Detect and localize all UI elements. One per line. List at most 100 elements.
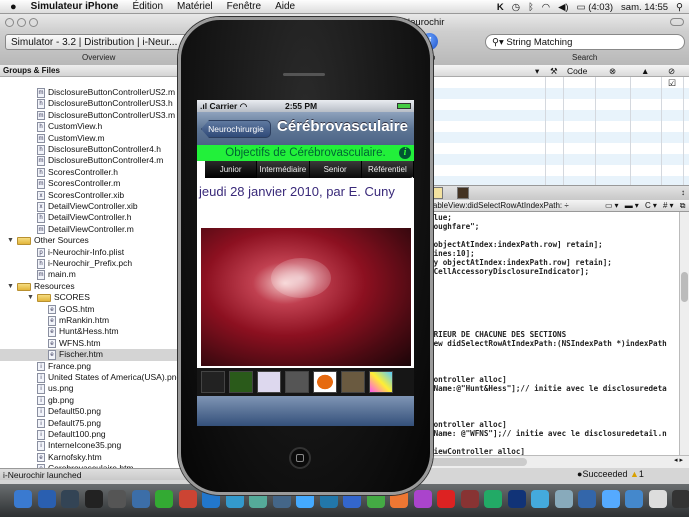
thumb-orange-logo-icon[interactable] <box>313 371 337 393</box>
warning-icon[interactable]: ▲ <box>641 66 649 76</box>
file-tree-item[interactable]: h DisclosureButtonControllerUS3.h <box>0 98 190 109</box>
dock-app-icon[interactable] <box>507 490 526 508</box>
dock-app-icon[interactable] <box>37 490 56 508</box>
disclosure-triangle-icon[interactable]: ▼ <box>7 281 14 292</box>
menu-fenetre[interactable]: Fenêtre <box>227 1 261 12</box>
info-icon[interactable]: i <box>399 147 411 159</box>
dock-app-icon[interactable] <box>531 490 549 508</box>
time-machine-icon[interactable]: ◷ <box>512 2 520 13</box>
file-tree-item[interactable]: h CustomView.h <box>0 121 190 132</box>
scheme-popup[interactable]: Simulator - 3.2 | Distribution | i-Neur.… <box>5 34 195 50</box>
wifi-icon[interactable]: ◠ <box>542 2 550 13</box>
file-tree-item[interactable]: x ScoresController.xib <box>0 190 190 201</box>
volume-icon[interactable]: ◀) <box>558 2 568 13</box>
thumb-book-icon[interactable] <box>285 371 309 393</box>
file-tree-item[interactable]: e Fischer.htm <box>0 349 190 361</box>
file-tree-item[interactable]: i Default50.png <box>0 406 190 417</box>
file-tree-item[interactable]: h DisclosureButtonController4.h <box>0 144 190 155</box>
dock-app-icon[interactable] <box>460 490 479 508</box>
file-tree[interactable]: m DisclosureButtonControllerUS2.m h Disclos… <box>0 77 190 469</box>
back-button[interactable]: Neurochirurgie <box>201 120 271 138</box>
home-button[interactable] <box>289 447 311 469</box>
segment-junior[interactable]: Junior <box>205 161 258 178</box>
file-tree-item[interactable]: m DetailViewController.m <box>0 224 190 235</box>
column-code[interactable]: Code <box>567 66 587 76</box>
zoom-button[interactable] <box>29 18 38 27</box>
file-tree-item[interactable]: m DisclosureButtonControllerUS3.m <box>0 110 190 121</box>
thumbnail-strip[interactable] <box>197 368 414 396</box>
segment-referentiel[interactable]: Référentiel <box>362 161 414 178</box>
checkbox-icon[interactable]: ☑ <box>668 78 676 89</box>
menu-aide[interactable]: Aide <box>275 1 295 12</box>
sort-chevron-icon[interactable]: ▾ <box>535 66 539 77</box>
file-tree-item[interactable]: m CustomView.m <box>0 133 190 144</box>
spotlight-icon[interactable]: ⚲ <box>676 2 683 13</box>
disclosure-triangle-icon[interactable]: ▼ <box>7 235 14 246</box>
file-tree-item[interactable]: i InterneIcone35.png <box>0 440 190 451</box>
analyzer-icon[interactable]: ⊘ <box>668 66 675 77</box>
dock-app-icon[interactable] <box>554 490 573 508</box>
close-button[interactable] <box>5 18 14 27</box>
dock-app-icon[interactable] <box>178 490 197 508</box>
dock-app-icon[interactable] <box>648 490 667 508</box>
splitter-icon[interactable]: ↕ <box>681 188 685 197</box>
apple-menu-icon[interactable]: ● <box>10 1 17 13</box>
vertical-scrollbar[interactable] <box>679 212 689 455</box>
file-tree-item[interactable]: h i-Neurochir_Prefix.pch <box>0 258 190 269</box>
dock-app-icon[interactable] <box>625 490 643 508</box>
dock-app-icon[interactable] <box>672 490 689 508</box>
toolbar-toggle-button[interactable] <box>670 18 684 26</box>
file-tree-item[interactable]: ▼ Other Sources <box>0 235 190 246</box>
editor-nav-icons[interactable]: ▭▾ ▬▾ C▾ #▾ ⧉ 🔒 <box>605 201 689 211</box>
thumb-green-star-icon[interactable] <box>229 371 253 393</box>
k-icon[interactable]: K <box>497 2 504 13</box>
menu-app[interactable]: Simulateur iPhone <box>31 1 119 12</box>
thumb-colorful-icon[interactable] <box>369 371 393 393</box>
battery-icon[interactable]: ▭ (4:03) <box>577 2 613 13</box>
disclosure-triangle-icon[interactable]: ▼ <box>27 292 34 303</box>
dock-app-icon[interactable] <box>155 490 173 508</box>
thumb-purple-star-icon[interactable] <box>257 371 281 393</box>
dock-app-icon[interactable] <box>413 490 432 508</box>
segment-senior[interactable]: Senior <box>310 161 362 178</box>
horizontal-scrollbar[interactable]: ◂ ▸ <box>425 455 689 468</box>
build-results-table[interactable]: ▾ ⚒ Code ⊗ ▲ ⊘ ☑ <box>425 65 689 185</box>
error-icon[interactable]: ⊗ <box>609 66 616 77</box>
file-tree-item[interactable]: ▼ SCORES <box>0 292 190 303</box>
dock-app-icon[interactable] <box>84 490 103 508</box>
function-popup[interactable]: -tableView:didSelectRowAtIndexPath: ÷ <box>428 201 569 210</box>
dock-app-icon[interactable] <box>108 490 126 508</box>
thumb-star-icon[interactable] <box>201 371 225 393</box>
dock-app-icon[interactable] <box>14 490 32 508</box>
segment-intermediaire[interactable]: Intermédiaire <box>257 161 310 178</box>
menu-edition[interactable]: Édition <box>132 1 163 12</box>
file-tree-item[interactable]: i United States of America(USA).png <box>0 372 190 383</box>
file-tree-item[interactable]: p i-Neurochir-Info.plist <box>0 247 190 258</box>
minimize-button[interactable] <box>17 18 26 27</box>
dock-app-icon[interactable] <box>437 490 455 508</box>
file-tree-item[interactable]: i Default100.png <box>0 429 190 440</box>
file-tree-item[interactable]: h ScoresController.h <box>0 167 190 178</box>
menu-materiel[interactable]: Matériel <box>177 1 213 12</box>
file-tree-item[interactable]: h DetailViewController.h <box>0 212 190 223</box>
thumb-portrait-icon[interactable] <box>341 371 365 393</box>
file-tree-item[interactable]: i us.png <box>0 383 190 394</box>
dock-app-icon[interactable] <box>61 490 79 508</box>
dock-app-icon[interactable] <box>484 490 502 508</box>
dock-app-icon[interactable] <box>131 490 150 508</box>
hammer-icon[interactable]: ⚒ <box>550 66 558 77</box>
bluetooth-icon[interactable]: ᛒ <box>528 2 534 13</box>
search-input[interactable]: ⚲▾ String Matching <box>485 34 685 50</box>
file-tree-item[interactable]: x DetailViewController.xib <box>0 201 190 212</box>
file-tree-item[interactable]: m DisclosureButtonController4.m <box>0 155 190 166</box>
file-tree-item[interactable]: e Karnofsky.htm <box>0 452 190 463</box>
file-tree-item[interactable]: m ScoresController.m <box>0 178 190 189</box>
dock-app-icon[interactable] <box>601 490 620 508</box>
code-editor[interactable]: alue; roughfare"; objectAtIndex:indexPath… <box>425 212 679 455</box>
warning-icon[interactable]: ▲ <box>630 469 639 479</box>
console-icon[interactable] <box>457 187 469 199</box>
file-tree-item[interactable]: e Hunt&Hess.htm <box>0 326 190 337</box>
file-tree-item[interactable]: m DisclosureButtonControllerUS2.m <box>0 87 190 98</box>
file-tree-item[interactable]: e GOS.htm <box>0 304 190 315</box>
file-tree-item[interactable]: e WFNS.htm <box>0 338 190 349</box>
